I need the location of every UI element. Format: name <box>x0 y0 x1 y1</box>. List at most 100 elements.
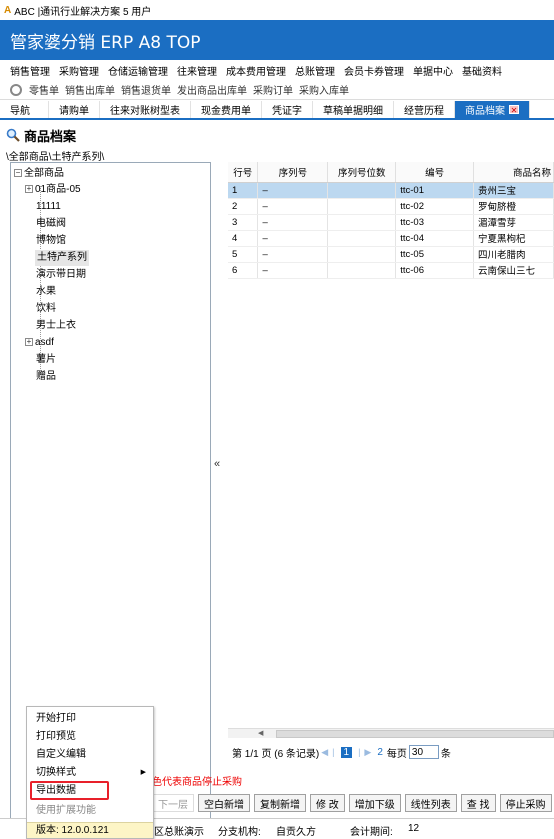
per-page-input[interactable] <box>408 745 439 759</box>
table-row[interactable]: 6 – ttc-06 云南保山三七 <box>228 262 554 279</box>
tab-navigation[interactable]: 导航 <box>0 101 49 118</box>
tree-node-fruit[interactable]: 水果 <box>36 284 56 300</box>
table-row[interactable]: 5 – ttc-05 四川老腊肉 <box>228 246 554 263</box>
stop-purchase-button[interactable]: 停止采购 <box>499 794 552 812</box>
cell-code[interactable]: ttc-05 <box>395 246 475 263</box>
expand-icon[interactable]: + <box>25 338 33 347</box>
tree-node-chips[interactable]: 薯片 <box>36 352 56 368</box>
find-button[interactable]: 查 找 <box>460 794 496 812</box>
cell-serial[interactable]: – <box>257 182 329 199</box>
table-row[interactable]: 4 – ttc-04 宁夏黑枸杞 <box>228 230 554 247</box>
cell-name[interactable]: 云南保山三七 <box>473 262 554 279</box>
tree-node-museum[interactable]: 博物馆 <box>36 233 66 249</box>
menu-sales[interactable]: 销售管理 <box>10 63 50 78</box>
quick-sales-return[interactable]: 销售退货单 <box>121 82 171 97</box>
linear-list-button[interactable]: 线性列表 <box>404 794 457 812</box>
cell-code[interactable]: ttc-01 <box>395 182 475 199</box>
cell-code[interactable]: ttc-03 <box>395 214 475 231</box>
tree-node-01[interactable]: +01商品-05 <box>25 182 81 198</box>
copy-new-button[interactable]: 复制新增 <box>254 794 306 812</box>
cell-name[interactable]: 宁夏黑枸杞 <box>473 230 554 247</box>
next-page-icon[interactable]: ▶ <box>364 747 371 758</box>
prev-page-icon[interactable]: ◀ <box>321 747 328 758</box>
table-row[interactable]: 2 – ttc-02 罗甸脐橙 <box>228 198 554 215</box>
scroll-left-icon[interactable]: ◀ <box>258 729 263 737</box>
tab-draft-details[interactable]: 草稿单据明细 <box>313 101 394 118</box>
tree-node-solenoid[interactable]: 电磁阀 <box>36 216 66 232</box>
menu-item-extensions[interactable]: 使用扩展功能 <box>36 803 96 818</box>
cell-serial-digits[interactable] <box>327 214 397 231</box>
settings-gear-icon[interactable] <box>10 83 22 96</box>
tab-voucher-type[interactable]: 凭证字 <box>262 101 313 118</box>
quick-sales-out[interactable]: 销售出库单 <box>65 82 115 97</box>
col-header-code[interactable]: 编号 <box>395 162 475 183</box>
quick-goods-issue[interactable]: 发出商品出库单 <box>177 82 247 97</box>
quick-purchase-order[interactable]: 采购订单 <box>253 82 293 97</box>
tree-node-root[interactable]: − 全部商品 <box>14 166 64 182</box>
tab-product-archive[interactable]: 商品档案 ✕ <box>455 101 530 118</box>
menu-ledger[interactable]: 总账管理 <box>295 63 335 78</box>
cell-name[interactable]: 贵州三宝 <box>473 182 554 199</box>
col-header-serial[interactable]: 序列号 <box>257 162 329 183</box>
cell-serial[interactable]: – <box>257 230 329 247</box>
blank-new-button[interactable]: 空白新增 <box>198 794 250 812</box>
collapse-panel-icon[interactable]: « <box>214 458 220 470</box>
expand-icon[interactable]: + <box>25 185 33 194</box>
col-header-name[interactable]: 商品名称 <box>473 162 554 183</box>
cell-code[interactable]: ttc-06 <box>395 262 475 279</box>
col-header-serial-digits[interactable]: 序列号位数 <box>327 162 397 183</box>
scrollbar-thumb[interactable] <box>276 730 554 738</box>
menu-purchase[interactable]: 采购管理 <box>59 63 99 78</box>
menu-documents[interactable]: 单据中心 <box>413 63 453 78</box>
collapse-icon[interactable]: − <box>14 169 22 178</box>
cell-serial[interactable]: – <box>257 246 329 263</box>
tree-node-drinks[interactable]: 饮料 <box>36 301 56 317</box>
menu-basic-data[interactable]: 基础资料 <box>462 63 502 78</box>
menu-item-custom-edit[interactable]: 自定义编辑 <box>36 747 86 762</box>
tab-reconciliation-tree[interactable]: 往来对账树型表 <box>100 101 191 118</box>
menu-item-print-preview[interactable]: 打印预览 <box>36 729 76 744</box>
tree-node-11111[interactable]: 11111 <box>36 199 61 215</box>
quick-purchase-in[interactable]: 采购入库单 <box>299 82 349 97</box>
table-row[interactable]: 1 – ttc-01 贵州三宝 <box>228 182 554 199</box>
app-logo-icon: A <box>4 4 12 16</box>
tree-node-asdf[interactable]: + asdf <box>25 335 54 351</box>
menu-member[interactable]: 会员卡券管理 <box>344 63 404 78</box>
tab-business-history[interactable]: 经营历程 <box>394 101 455 118</box>
close-tab-icon[interactable]: ✕ <box>509 105 519 115</box>
table-row[interactable]: 3 – ttc-03 湄潭雪芽 <box>228 214 554 231</box>
cell-serial[interactable]: – <box>257 214 329 231</box>
col-header-row-no[interactable]: 行号 <box>228 162 259 183</box>
next-level-button[interactable]: 下一层 <box>152 794 194 812</box>
cell-name[interactable]: 罗甸脐橙 <box>473 198 554 215</box>
cell-serial[interactable]: – <box>257 262 329 279</box>
add-sublevel-button[interactable]: 增加下级 <box>348 794 401 812</box>
cell-code[interactable]: ttc-04 <box>395 230 475 247</box>
page-1-button[interactable]: 1 <box>340 746 353 758</box>
tree-node-menswear[interactable]: 男士上衣 <box>36 318 76 334</box>
menu-item-switch-style[interactable]: 切换样式 <box>36 765 76 780</box>
cell-serial[interactable]: – <box>257 198 329 215</box>
tab-cash-expense[interactable]: 现金费用单 <box>191 101 262 118</box>
tab-label: 现金费用单 <box>201 106 251 117</box>
menu-item-start-print[interactable]: 开始打印 <box>36 711 76 726</box>
menu-warehouse[interactable]: 仓储运输管理 <box>108 63 168 78</box>
cell-name[interactable]: 四川老腊肉 <box>473 246 554 263</box>
cell-serial-digits[interactable] <box>327 198 397 215</box>
cell-serial-digits[interactable] <box>327 182 397 199</box>
menu-cost[interactable]: 成本费用管理 <box>226 63 286 78</box>
cell-serial-digits[interactable] <box>327 230 397 247</box>
edit-button[interactable]: 修 改 <box>310 794 345 812</box>
horizontal-scrollbar[interactable]: ◀ <box>228 728 554 738</box>
page-2-button[interactable]: 2 <box>377 747 383 758</box>
tab-requisition[interactable]: 请购单 <box>49 101 100 118</box>
cell-code[interactable]: ttc-02 <box>395 198 475 215</box>
cell-serial-digits[interactable] <box>327 246 397 263</box>
tree-node-local-specialty[interactable]: 土特产系列 <box>35 250 89 266</box>
cell-name[interactable]: 湄潭雪芽 <box>473 214 554 231</box>
tree-node-demo-date[interactable]: 演示带日期 <box>36 267 86 283</box>
cell-serial-digits[interactable] <box>327 262 397 279</box>
tree-node-gifts[interactable]: 赠品 <box>36 369 56 385</box>
quick-retail[interactable]: 零售单 <box>29 82 59 97</box>
menu-accounts[interactable]: 往来管理 <box>177 63 217 78</box>
